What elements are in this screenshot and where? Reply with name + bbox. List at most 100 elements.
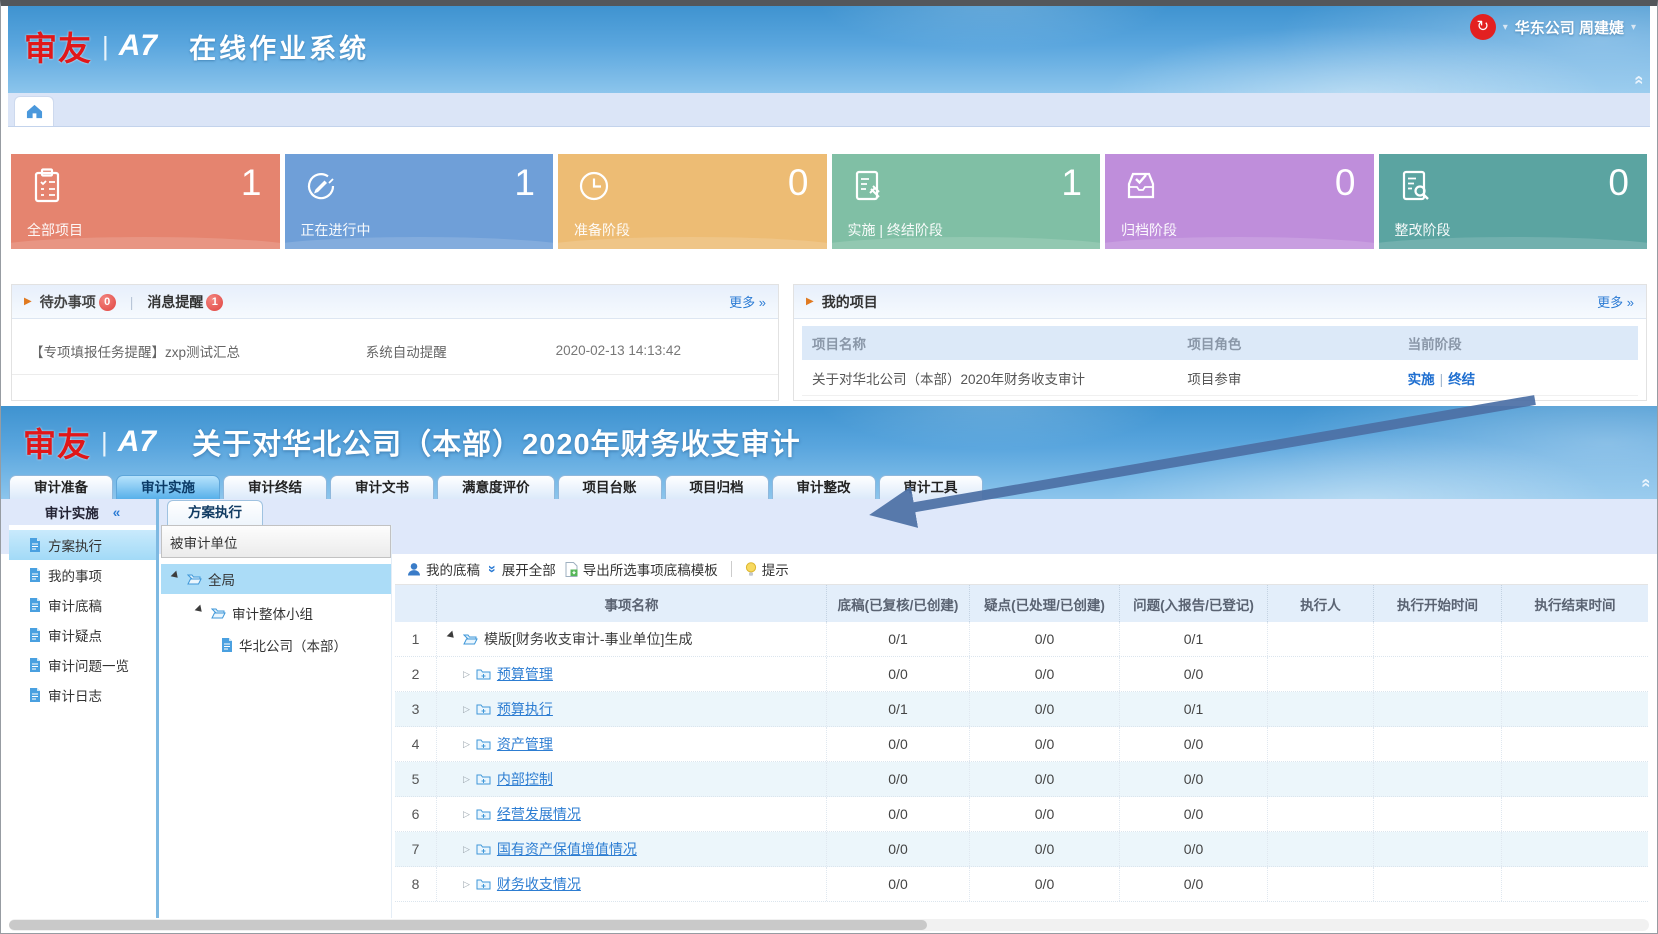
dashboard-panels: ▶ 待办事项0 | 消息提醒1 更多 » 【专项填报任务提醒】zxp测试汇总 系… [11, 284, 1647, 401]
panel-bullet-icon: ▶ [24, 296, 32, 307]
user-org-name[interactable]: 华东公司 周建婕 [1515, 17, 1624, 38]
collapsed-caret-icon[interactable]: ▷ [463, 844, 470, 855]
sidebar-item-label: 审计底稿 [48, 595, 102, 615]
my-drafts-button[interactable]: 我的底稿 [407, 559, 480, 579]
expanded-caret-icon[interactable] [447, 631, 460, 644]
item-name-link[interactable]: 预算管理 [497, 664, 553, 684]
edit-progress-icon [301, 166, 341, 206]
item-name-link[interactable]: 内部控制 [497, 769, 553, 789]
row-number: 6 [395, 797, 437, 831]
scrollbar-thumb[interactable] [9, 920, 927, 930]
document-gavel-icon [848, 166, 888, 206]
sidebar-item-audit-log[interactable]: 审计日志 [9, 680, 156, 710]
todo-message-panel: ▶ 待办事项0 | 消息提醒1 更多 » 【专项填报任务提醒】zxp测试汇总 系… [11, 284, 779, 401]
horizontal-scrollbar[interactable] [9, 919, 1649, 931]
issue-count: 0/0 [1120, 832, 1268, 866]
row-number: 2 [395, 657, 437, 691]
tab-satisfaction-survey[interactable]: 满意度评价 [437, 475, 555, 499]
sidebar-item-audit-doubts[interactable]: 审计疑点 [9, 620, 156, 650]
subtab-plan-execution[interactable]: 方案执行 [167, 500, 263, 525]
sidebar-collapse-icon[interactable]: « [113, 505, 121, 520]
tree-node-huabei-company[interactable]: 华北公司（本部） [161, 630, 391, 660]
stage-link-conclude[interactable]: 终结 [1448, 372, 1475, 387]
tab-project-archive[interactable]: 项目归档 [665, 475, 769, 499]
item-name-link[interactable]: 预算执行 [497, 699, 553, 719]
message-source: 系统自动提醒 [366, 341, 556, 361]
sidebar-item-audit-issues[interactable]: 审计问题一览 [9, 650, 156, 680]
item-name-link[interactable]: 经营发展情况 [497, 804, 581, 824]
executor [1268, 727, 1374, 761]
tab-message-reminder[interactable]: 消息提醒1 [147, 292, 223, 312]
card-all-projects[interactable]: 1 全部项目 [11, 154, 280, 249]
tab-audit-preparation[interactable]: 审计准备 [9, 475, 113, 499]
tab-project-ledger[interactable]: 项目台账 [558, 475, 662, 499]
item-name-link[interactable]: 国有资产保值增值情况 [497, 839, 637, 859]
collapsed-caret-icon[interactable]: ▷ [463, 669, 470, 680]
export-template-button[interactable]: 导出所选事项底稿模板 [565, 559, 718, 579]
tree-node-audit-group[interactable]: 审计整体小组 [161, 598, 391, 628]
card-label: 实施 | 终结阶段 [848, 220, 943, 240]
document-icon [29, 628, 41, 642]
table-row[interactable]: 2 ▷ 预算管理 0/0 0/0 0/0 [395, 657, 1648, 692]
col-doubt-status: 疑点(已处理/已创建) [970, 585, 1120, 622]
table-row[interactable]: 3 ▷ 预算执行 0/1 0/0 0/1 [395, 692, 1648, 727]
double-chevron-down-icon: » [485, 565, 501, 573]
card-rectification[interactable]: 0 整改阶段 [1379, 154, 1648, 249]
doubt-count: 0/0 [970, 797, 1120, 831]
table-row[interactable]: 6 ▷ 经营发展情况 0/0 0/0 0/0 [395, 797, 1648, 832]
expanded-caret-icon[interactable] [171, 571, 184, 584]
table-row[interactable]: 1 模版[财务收支审计-事业单位]生成 0/1 0/0 0/1 [395, 622, 1648, 657]
collapsed-caret-icon[interactable]: ▷ [463, 704, 470, 715]
item-name-link[interactable]: 财务收支情况 [497, 874, 581, 894]
issue-count: 0/1 [1120, 692, 1268, 726]
collapsed-caret-icon[interactable]: ▷ [463, 739, 470, 750]
tab-audit-documents[interactable]: 审计文书 [330, 475, 434, 499]
doubt-count: 0/0 [970, 657, 1120, 691]
brand-logo: 审友 [24, 22, 92, 70]
collapse-header-icon[interactable]: « [1629, 75, 1649, 84]
sidebar-divider [156, 499, 159, 918]
tab-audit-implementation[interactable]: 审计实施 [116, 475, 220, 499]
tree-node-label: 全局 [208, 569, 235, 589]
tab-audit-rectification[interactable]: 审计整改 [772, 475, 876, 499]
tab-audit-conclusion[interactable]: 审计终结 [223, 475, 327, 499]
card-archive[interactable]: 0 归档阶段 [1105, 154, 1374, 249]
collapsed-caret-icon[interactable]: ▷ [463, 774, 470, 785]
card-value: 0 [1335, 162, 1356, 204]
sidebar-item-plan-execution[interactable]: 方案执行 [9, 530, 156, 560]
tab-todo-items[interactable]: 待办事项0 [40, 292, 116, 312]
sidebar-item-my-matters[interactable]: 我的事项 [9, 560, 156, 590]
tab-home[interactable] [14, 96, 54, 126]
system-title: 在线作业系统 [189, 27, 369, 66]
issue-count: 0/0 [1120, 762, 1268, 796]
folder-plus-icon [476, 878, 491, 890]
table-row[interactable]: 4 ▷ 资产管理 0/0 0/0 0/0 [395, 727, 1648, 762]
collapsed-caret-icon[interactable]: ▷ [463, 879, 470, 890]
expanded-caret-icon[interactable] [195, 605, 208, 618]
tip-label: 提示 [762, 559, 789, 579]
collapse-tabs-icon[interactable]: « [1636, 478, 1656, 487]
item-name-link[interactable]: 资产管理 [497, 734, 553, 754]
chevron-down-icon[interactable]: ▾ [1631, 22, 1636, 33]
collapsed-caret-icon[interactable]: ▷ [463, 809, 470, 820]
message-row[interactable]: 【专项填报任务提醒】zxp测试汇总 系统自动提醒 2020-02-13 14:1… [12, 327, 778, 375]
expand-all-button[interactable]: » 展开全部 [489, 559, 556, 579]
tab-todo-label: 待办事项 [40, 294, 96, 310]
table-row[interactable]: 7 ▷ 国有资产保值增值情况 0/0 0/0 0/0 [395, 832, 1648, 867]
card-value: 1 [241, 162, 262, 204]
tree-node-global[interactable]: 全局 [161, 564, 391, 594]
chevron-down-icon[interactable]: ▾ [1503, 22, 1508, 33]
tip-button[interactable]: 提示 [745, 559, 789, 579]
table-row[interactable]: 8 ▷ 财务收支情况 0/0 0/0 0/0 [395, 867, 1648, 902]
table-row[interactable]: 5 ▷ 内部控制 0/0 0/0 0/0 [395, 762, 1648, 797]
todo-more-link[interactable]: 更多 » [729, 292, 766, 311]
end-time [1502, 867, 1648, 901]
sidebar-item-audit-drafts[interactable]: 审计底稿 [9, 590, 156, 620]
card-preparation[interactable]: 0 准备阶段 [558, 154, 827, 249]
card-in-progress[interactable]: 1 正在进行中 [285, 154, 554, 249]
card-implementation[interactable]: 1 实施 | 终结阶段 [832, 154, 1101, 249]
refresh-icon[interactable]: ↻ [1470, 14, 1496, 40]
projects-more-link[interactable]: 更多 » [1597, 292, 1634, 311]
stage-link-implement[interactable]: 实施 [1408, 372, 1435, 387]
tab-audit-tools[interactable]: 审计工具 [879, 475, 983, 499]
